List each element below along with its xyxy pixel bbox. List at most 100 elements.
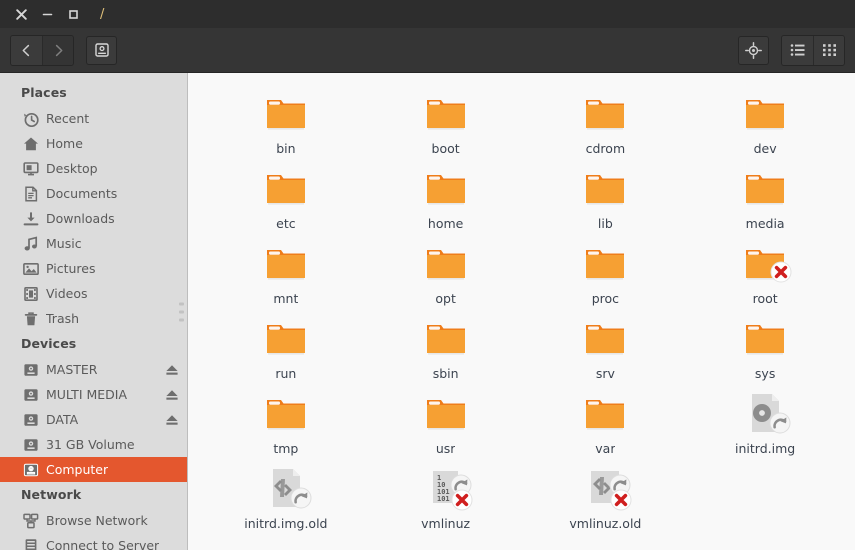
sidebar-section-header: Devices [21, 336, 77, 351]
file-item[interactable]: cdrom [526, 85, 686, 160]
sidebar-item-master[interactable]: MASTER [0, 357, 187, 382]
file-item[interactable]: bin [206, 85, 366, 160]
file-item[interactable]: opt [366, 235, 526, 310]
sidebar-item-music[interactable]: Music [0, 231, 187, 256]
svg-text:101: 101 [437, 495, 450, 503]
home-icon [22, 136, 39, 152]
folder-icon [422, 239, 470, 287]
sidebar-item-recent[interactable]: Recent [0, 106, 187, 131]
sidebar-item-pictures[interactable]: Pictures [0, 256, 187, 281]
sidebar-item-connect-to-server[interactable]: Connect to Server [0, 533, 187, 550]
folder-icon [741, 164, 789, 212]
file-name-label: tmp [273, 441, 299, 456]
drive-icon [22, 462, 39, 478]
file-item[interactable]: var [526, 385, 686, 460]
file-name-label: usr [435, 441, 456, 456]
close-icon[interactable] [8, 1, 34, 27]
sidebar-item-label: Trash [46, 311, 80, 326]
unreadable-emblem-icon [770, 261, 792, 283]
file-item[interactable]: usr [366, 385, 526, 460]
folder-icon [262, 314, 310, 362]
file-item[interactable]: initrd.img.old [206, 460, 366, 535]
file-list-area[interactable]: bin boot cdrom dev etc home lib media mnt opt proc… [188, 73, 855, 550]
window-body: Places Recent Home Desktop Documents Download… [0, 73, 855, 550]
file-name-label: initrd.img.old [244, 516, 328, 531]
sidebar-item-browse-network[interactable]: Browse Network [0, 508, 187, 533]
drive-icon [22, 362, 39, 378]
file-item[interactable]: lib [526, 160, 686, 235]
view-mode-group [781, 34, 845, 66]
sidebar-section-header: Places [21, 85, 67, 100]
file-name-label: lib [597, 216, 613, 231]
file-name-label: opt [435, 291, 456, 306]
trash-icon [22, 311, 39, 327]
symlink-emblem-icon [290, 487, 312, 509]
folder-icon [262, 239, 310, 287]
file-name-label: proc [591, 291, 620, 306]
file-item[interactable]: srv [526, 310, 686, 385]
file-name-label: mnt [273, 291, 299, 306]
file-item[interactable]: mnt [206, 235, 366, 310]
location-computer-button[interactable] [86, 35, 117, 65]
sidebar-item-label: 31 GB Volume [46, 437, 135, 452]
clock-icon [22, 111, 39, 127]
list-view-icon[interactable] [782, 35, 813, 65]
sidebar-item-documents[interactable]: Documents [0, 181, 187, 206]
sidebar-item-31-gb-volume[interactable]: 31 GB Volume [0, 432, 187, 457]
file-item[interactable]: media [685, 160, 845, 235]
file-item[interactable]: sbin [366, 310, 526, 385]
folder-icon [581, 164, 629, 212]
folder-icon [581, 89, 629, 137]
grid-view-icon[interactable] [813, 35, 844, 65]
file-name-label: cdrom [585, 141, 626, 156]
folder-icon [581, 314, 629, 362]
title-bar: / [0, 0, 855, 28]
file-name-label: srv [595, 366, 615, 381]
server-icon [22, 538, 39, 550]
file-name-label: root [752, 291, 778, 306]
sidebar-item-label: Recent [46, 111, 90, 126]
eject-icon[interactable] [165, 363, 179, 377]
sidebar-item-computer[interactable]: Computer [0, 457, 187, 482]
sidebar-item-desktop[interactable]: Desktop [0, 156, 187, 181]
sidebar-item-data[interactable]: DATA [0, 407, 187, 432]
file-item[interactable]: run [206, 310, 366, 385]
file-item[interactable]: sys [685, 310, 845, 385]
eject-icon[interactable] [165, 413, 179, 427]
file-item[interactable]: 1 10 101 101 vmlinuz [366, 460, 526, 535]
folder-icon [741, 239, 792, 287]
window-title: / [100, 6, 105, 22]
drive-icon [22, 437, 39, 453]
file-item[interactable]: tmp [206, 385, 366, 460]
file-item[interactable]: initrd.img [685, 385, 845, 460]
sidebar-item-trash[interactable]: Trash [0, 306, 187, 331]
folder-icon [422, 89, 470, 137]
back-button[interactable] [11, 35, 42, 65]
sidebar-item-downloads[interactable]: Downloads [0, 206, 187, 231]
minimize-icon[interactable] [34, 1, 60, 27]
file-name-label: boot [431, 141, 460, 156]
maximize-icon[interactable] [60, 1, 86, 27]
sidebar-item-multi-media[interactable]: MULTI MEDIA [0, 382, 187, 407]
sidebar-item-label: Music [46, 236, 82, 251]
folder-icon [422, 314, 470, 362]
file-item[interactable]: vmlinuz.old [526, 460, 686, 535]
forward-button[interactable] [42, 35, 73, 65]
sidebar-item-videos[interactable]: Videos [0, 281, 187, 306]
file-name-label: media [745, 216, 785, 231]
file-item[interactable]: etc [206, 160, 366, 235]
folder-icon [581, 239, 629, 287]
eject-icon[interactable] [165, 388, 179, 402]
desktop-icon [22, 161, 39, 177]
sidebar-item-label: Desktop [46, 161, 98, 176]
file-item[interactable]: dev [685, 85, 845, 160]
sidebar-item-home[interactable]: Home [0, 131, 187, 156]
file-item[interactable]: proc [526, 235, 686, 310]
location-target-icon[interactable] [738, 35, 769, 65]
file-item[interactable]: root [685, 235, 845, 310]
file-item[interactable]: boot [366, 85, 526, 160]
file-icon: 1 10 101 101 [422, 464, 473, 512]
sidebar-item-label: Browse Network [46, 513, 148, 528]
file-item[interactable]: home [366, 160, 526, 235]
music-note-icon [22, 236, 39, 252]
